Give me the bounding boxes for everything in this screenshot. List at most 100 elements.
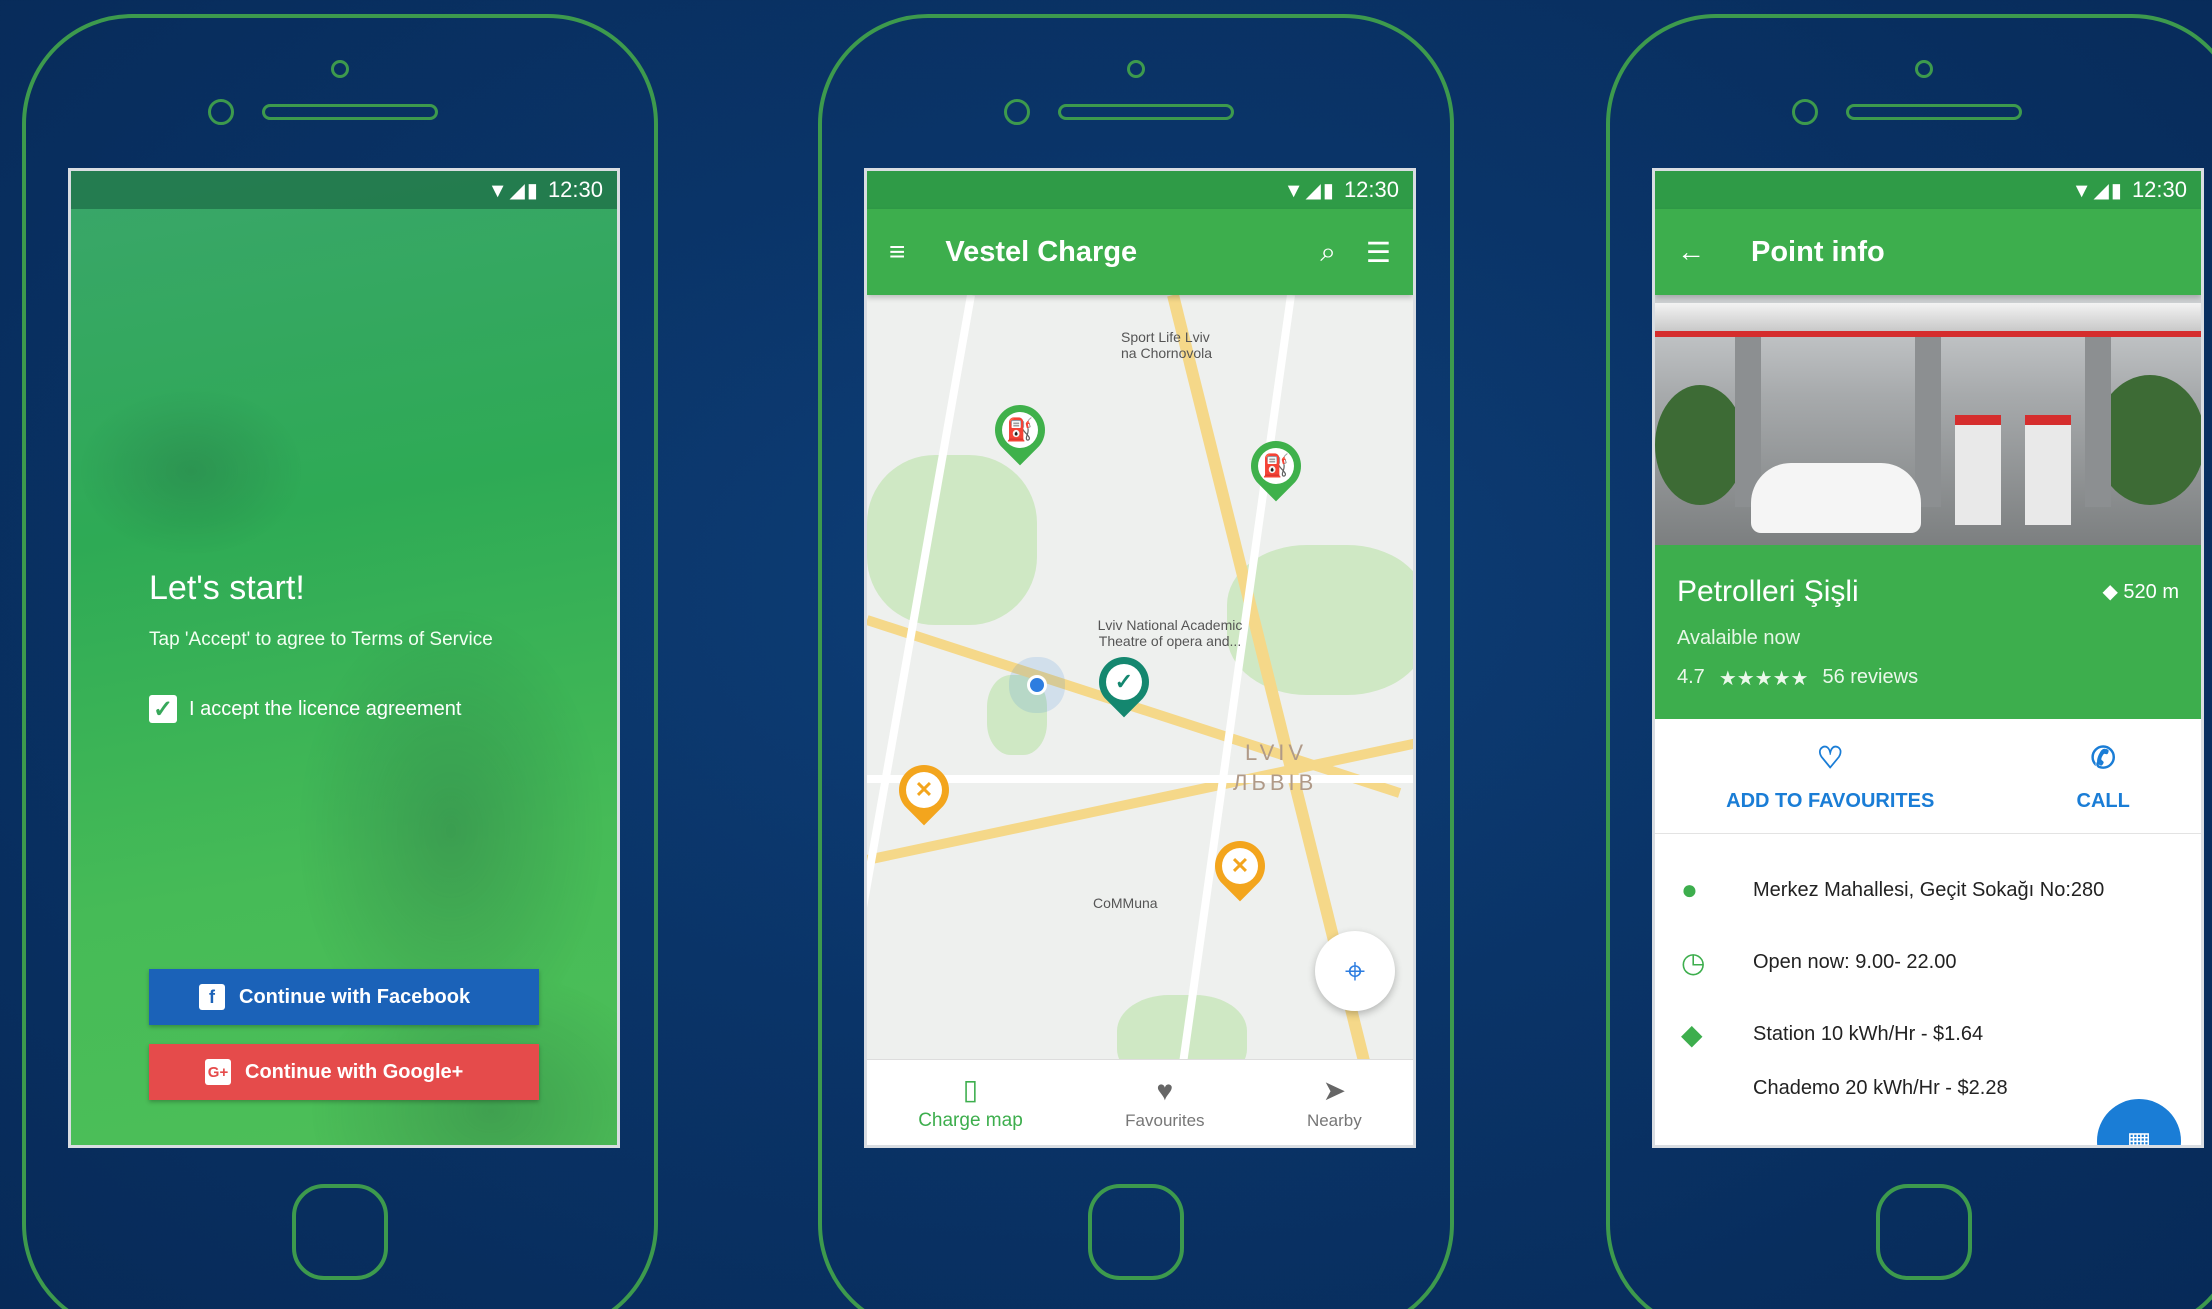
- point-info-screen: ▼◢▮ 12:30 ← Point info Petrolleri Şişli …: [1652, 168, 2204, 1148]
- charger-pin-available[interactable]: ⛽: [984, 394, 1056, 466]
- nav-label: Nearby: [1306, 1111, 1362, 1130]
- review-count[interactable]: 56 reviews: [1822, 666, 1918, 691]
- crosshair-icon: ⌖: [1344, 949, 1366, 991]
- location-pin-icon: ●: [1681, 874, 1698, 905]
- direction-icon: ◆: [2102, 581, 2124, 603]
- heart-outline-icon: ♡: [1816, 742, 1844, 775]
- status-time: 12:30: [1343, 177, 1399, 202]
- map-park: [867, 455, 1037, 625]
- station-photo: [1655, 295, 2201, 545]
- action-row: ♡ ADD TO FAVOURITES ✆ CALL: [1655, 719, 2201, 834]
- status-bar: ▼◢▮ 12:30: [71, 171, 617, 209]
- status-time: 12:30: [2131, 177, 2187, 202]
- star-icons: ★★★★★: [1718, 668, 1809, 690]
- licence-checkbox-row[interactable]: ✓ I accept the licence agreement: [149, 695, 461, 723]
- calendar-fab[interactable]: ▦: [2097, 1099, 2181, 1148]
- distance-value: 520 m: [2123, 581, 2179, 603]
- signal-icons: ▼◢▮: [2071, 179, 2124, 202]
- screen-title: Point info: [1751, 235, 1885, 268]
- map-road: [867, 775, 1413, 783]
- close-icon: ✕: [906, 772, 942, 808]
- menu-icon[interactable]: ≡: [889, 236, 905, 268]
- nav-label: Favourites: [1125, 1110, 1205, 1130]
- login-screen: ▼◢▮ 12:30 Let's start! Tap 'Accept' to a…: [68, 168, 620, 1148]
- facebook-icon: f: [199, 984, 225, 1010]
- map-label: ЛЬВІВ: [1233, 770, 1318, 795]
- photo-pump: [1955, 415, 2001, 525]
- phone-home-button: [292, 1184, 388, 1280]
- search-icon[interactable]: ⌕: [1320, 236, 1336, 269]
- continue-facebook-button[interactable]: f Continue with Facebook: [149, 969, 539, 1025]
- phone-sensor: [1915, 60, 1933, 78]
- photo-pump: [2025, 415, 2071, 525]
- rating-value: 4.7: [1677, 666, 1705, 688]
- call-button[interactable]: ✆ CALL: [2077, 741, 2130, 813]
- google-button-label: Continue with Google+: [245, 1060, 464, 1083]
- price-row: ◆ Station 10 kWh/Hr - $1.64: [1681, 998, 2201, 1070]
- fuel-icon: ⛽: [1258, 448, 1294, 484]
- status-time: 12:30: [547, 177, 603, 202]
- map-label: Sport Life Lviv na Chornovola: [1121, 329, 1213, 361]
- photo-pillar: [2085, 337, 2111, 507]
- price-row: Chademo 20 kWh/Hr - $2.28: [1681, 1070, 2201, 1106]
- charger-pin-available[interactable]: ⛽: [1240, 430, 1312, 502]
- heart-icon: ♥: [1156, 1074, 1174, 1106]
- photo-pillar: [1915, 337, 1941, 507]
- price-tag-icon: ◆: [1681, 1018, 1703, 1050]
- signal-icons: ▼◢▮: [487, 179, 540, 202]
- clock-icon: ◷: [1681, 946, 1706, 978]
- photo-car: [1751, 463, 1921, 533]
- map-label: LVIV: [1245, 740, 1308, 765]
- terms-subtitle: Tap 'Accept' to agree to Terms of Servic…: [149, 629, 493, 650]
- add-to-favourites-button[interactable]: ♡ ADD TO FAVOURITES: [1726, 741, 1934, 813]
- phone-home-button: [1876, 1184, 1972, 1280]
- signal-icons: ▼◢▮: [1283, 179, 1336, 202]
- price-text: Chademo 20 kWh/Hr - $2.28: [1753, 1076, 2008, 1099]
- check-icon: ✓: [1106, 664, 1142, 700]
- phone-speaker: [1058, 104, 1234, 120]
- map-label: CoMMuna: [1093, 895, 1158, 911]
- hours-text: Open now: 9.00- 22.00: [1753, 950, 1957, 973]
- phone-camera: [1004, 99, 1030, 125]
- map-label: Lviv National Academic Theatre of opera …: [1097, 617, 1243, 649]
- licence-label: I accept the licence agreement: [189, 697, 462, 720]
- charger-pin-unavailable[interactable]: ✕: [888, 754, 960, 826]
- map-road: [867, 295, 975, 1065]
- phone-frame-map: ▼◢▮ 12:30 ≡ Vestel Charge ⌕ ☰ Sport Life…: [818, 14, 1454, 1309]
- calendar-icon: ▦: [2126, 1125, 2152, 1148]
- nav-charge-map[interactable]: ▯ Charge map: [918, 1073, 1023, 1132]
- app-bar: ≡ Vestel Charge ⌕ ☰: [867, 209, 1413, 295]
- app-bar: ← Point info: [1655, 209, 2201, 295]
- rating-row: 4.7 ★★★★★ 56 reviews: [1677, 666, 2179, 691]
- address-text: Merkez Mahallesi, Geçit Sokağı No:280: [1753, 878, 2105, 901]
- map-screen: ▼◢▮ 12:30 ≡ Vestel Charge ⌕ ☰ Sport Life…: [864, 168, 1416, 1148]
- continue-google-button[interactable]: G+ Continue with Google+: [149, 1044, 539, 1100]
- station-summary: Petrolleri Şişli ◆ 520 m Avalaible now 4…: [1655, 545, 2201, 719]
- back-arrow-icon[interactable]: ←: [1677, 236, 1705, 268]
- availability-status: Avalaible now: [1677, 627, 1801, 649]
- status-bar: ▼◢▮ 12:30: [867, 171, 1413, 209]
- address-row: ● Merkez Mahallesi, Geçit Sokağı No:280: [1681, 854, 2201, 926]
- phone-camera: [1792, 99, 1818, 125]
- hours-row: ◷ Open now: 9.00- 22.00: [1681, 926, 2201, 998]
- app-title: Vestel Charge: [945, 235, 1138, 268]
- distance-badge: ◆ 520 m: [2102, 579, 2179, 604]
- filter-icon[interactable]: ☰: [1366, 236, 1391, 269]
- phone-sensor: [1127, 60, 1145, 78]
- phone-camera: [208, 99, 234, 125]
- phone-home-button: [1088, 1184, 1184, 1280]
- close-icon: ✕: [1222, 848, 1258, 884]
- checkbox-checked-icon[interactable]: ✓: [149, 695, 177, 723]
- google-plus-icon: G+: [205, 1059, 231, 1085]
- bottom-navigation: ▯ Charge map ♥ Favourites ➤ Nearby: [867, 1059, 1413, 1145]
- add-favourites-label: ADD TO FAVOURITES: [1726, 790, 1935, 812]
- call-label: CALL: [2076, 790, 2130, 812]
- welcome-heading: Let's start!: [149, 569, 305, 607]
- map-road: [867, 738, 1413, 865]
- price-text: Station 10 kWh/Hr - $1.64: [1753, 1022, 1984, 1045]
- locate-me-button[interactable]: ⌖: [1315, 931, 1395, 1011]
- phone-speaker: [1846, 104, 2022, 120]
- nav-nearby[interactable]: ➤ Nearby: [1307, 1074, 1362, 1131]
- nav-favourites[interactable]: ♥ Favourites: [1125, 1075, 1204, 1131]
- phone-speaker: [262, 104, 438, 120]
